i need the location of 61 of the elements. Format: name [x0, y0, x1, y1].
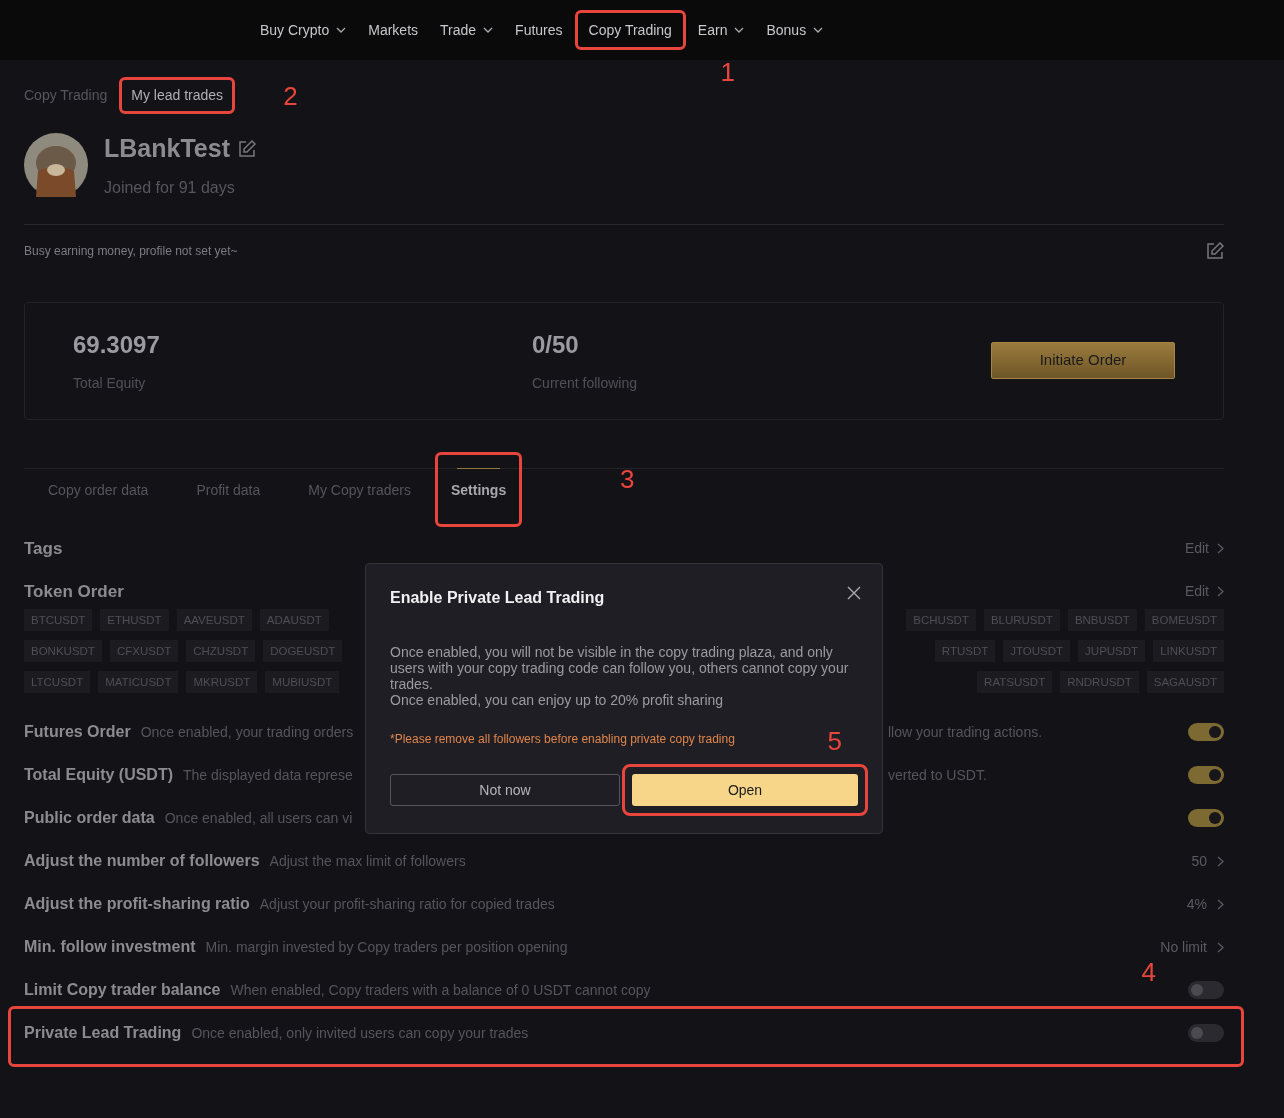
tab-indicator — [456, 468, 501, 469]
dialog-title: Enable Private Lead Trading — [390, 588, 605, 608]
setting-description: llow your trading actions. — [888, 722, 1044, 742]
setting-description: When enabled, Copy traders with a balance of 0 USDT cannot copy — [230, 981, 651, 1000]
setting-description: Adjust your profit-sharing ratio for copied trades — [259, 895, 555, 914]
nav-link[interactable]: Earn — [687, 13, 755, 47]
setting-title: Adjust the number of followers — [24, 851, 260, 871]
chevron-right-icon — [1217, 855, 1224, 867]
stat-label: Total Equity — [73, 374, 147, 393]
setting-title: Futures Order — [24, 722, 131, 742]
dialog-message: Once enabled, you will not be visible in the copy trading plaza, and only users with your copy trading code can follow you, others cannot copy your trades. — [390, 644, 850, 692]
setting-title: Min. follow investment — [24, 937, 196, 957]
toggle-switch[interactable] — [1188, 809, 1224, 827]
open-button[interactable]: Open — [632, 774, 858, 806]
edit-icon[interactable] — [1206, 241, 1224, 260]
avatar-icon — [24, 132, 88, 197]
callout-number: 4 — [1141, 956, 1156, 989]
setting-title: Private Lead Trading — [24, 1023, 182, 1043]
close-icon[interactable] — [847, 586, 861, 600]
setting-description: Once enabled, your trading orders — [140, 723, 354, 742]
callout-number: 2 — [283, 79, 298, 113]
username: LBankTest — [104, 133, 230, 164]
toggle-switch[interactable] — [1188, 766, 1224, 784]
section-title: Token Order — [24, 580, 124, 603]
setting-title: Adjust the profit-sharing ratio — [24, 894, 250, 914]
setting-description: Adjust the max limit of followers — [269, 852, 466, 871]
callout-number: 5 — [827, 725, 842, 758]
nav-link[interactable]: Buy Crypto — [250, 13, 357, 47]
callout-number: 1 — [720, 56, 736, 89]
nav-link[interactable]: Futures — [505, 13, 573, 47]
toggle-switch[interactable] — [1188, 981, 1224, 999]
setting-description: Once enabled, all users can vi — [164, 809, 353, 828]
edit-icon[interactable] — [237, 139, 256, 158]
chevron-right-icon — [1217, 543, 1224, 554]
setting-description: Once enabled, only invited users can copy your trades — [191, 1024, 529, 1043]
tab[interactable]: Settings — [442, 468, 515, 513]
setting-description: verted to USDT. — [888, 765, 988, 785]
not-now-button[interactable]: Not now — [390, 774, 620, 806]
stat-value: 69.3097 — [73, 330, 161, 360]
setting-title: Public order data — [24, 808, 155, 828]
nav-link[interactable]: Copy Trading — [578, 13, 682, 47]
bio-text: Busy earning money, profile not set yet~ — [24, 242, 238, 260]
chevron-right-icon — [1217, 586, 1224, 597]
stat-value: 0/50 — [532, 330, 580, 360]
setting-description: The displayed data represe — [183, 766, 353, 785]
nav-link[interactable]: Bonus — [756, 13, 834, 47]
stat-label: Current following — [532, 374, 639, 393]
toggle-switch[interactable] — [1188, 723, 1224, 741]
dialog-message: Once enabled, you can enjoy up to 20% profit sharing — [390, 692, 725, 708]
chevron-right-icon — [1217, 941, 1224, 953]
setting-title: Limit Copy trader balance — [24, 980, 221, 1000]
nav-link[interactable]: Trade — [430, 13, 504, 47]
nav-link[interactable]: Markets — [358, 13, 429, 47]
setting-title: Total Equity (USDT) — [24, 765, 174, 785]
joined-text: Joined for 91 days — [104, 177, 236, 198]
toggle-switch[interactable] — [1188, 1024, 1224, 1042]
warning-text: *Please remove all followers before enabling private copy trading — [390, 731, 735, 748]
section-title: Tags — [24, 537, 63, 560]
callout-number: 3 — [619, 463, 635, 496]
chevron-right-icon — [1217, 898, 1224, 910]
setting-description: Min. margin invested by Copy traders per position opening — [205, 938, 568, 957]
